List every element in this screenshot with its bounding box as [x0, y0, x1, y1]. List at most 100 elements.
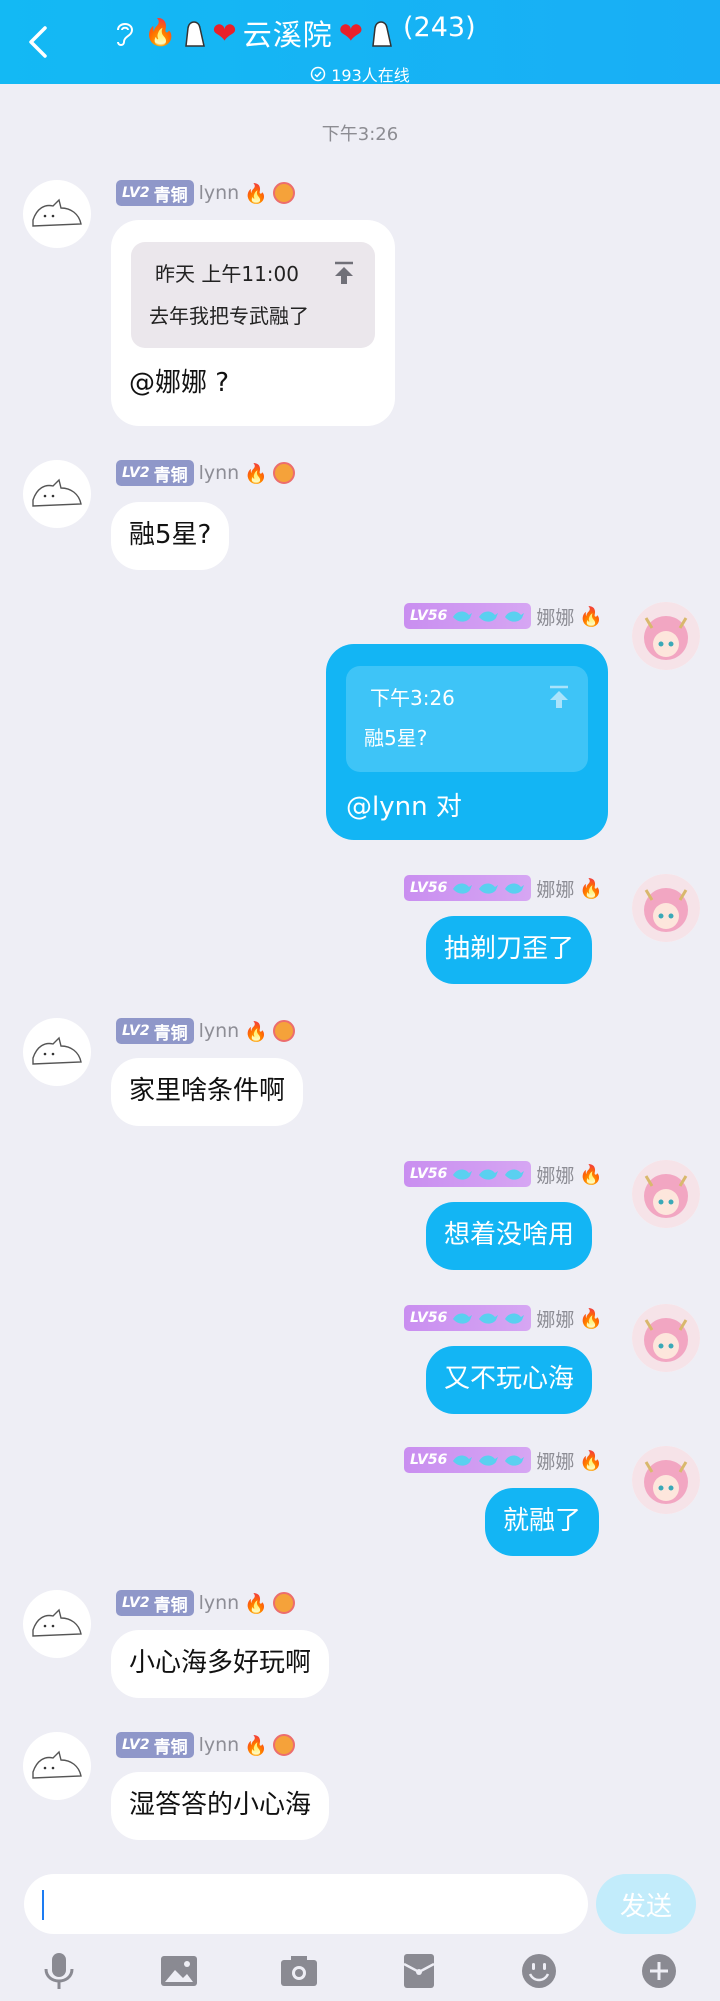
online-status: 193人在线 — [0, 62, 720, 86]
quote-time: 昨天 上午11:00 — [155, 262, 299, 286]
avatar[interactable] — [23, 1732, 91, 1800]
bird-icon — [479, 1455, 499, 1466]
sender-info: LV56 娜娜 🔥 — [404, 1304, 603, 1332]
sun-badge-icon — [272, 1592, 295, 1614]
bird-icon — [505, 611, 525, 622]
avatar[interactable] — [23, 460, 91, 528]
avatar[interactable] — [632, 602, 700, 670]
message-text: @娜娜 ? — [129, 368, 230, 398]
back-button[interactable] — [18, 22, 58, 62]
message-bubble[interactable]: 家里啥条件啊 — [111, 1058, 304, 1126]
bird-icon — [479, 1313, 499, 1324]
voice-button[interactable] — [38, 1950, 80, 1992]
send-button[interactable]: 发送 — [596, 1874, 696, 1934]
sender-name: 娜娜 — [536, 1164, 575, 1187]
camera-icon — [281, 1956, 317, 1986]
sender-info: LV56 娜娜 🔥 — [404, 1446, 603, 1474]
anime-avatar-icon — [632, 1160, 700, 1228]
heart-icon: ❤ — [338, 16, 364, 50]
sender-info: LV2 青铜 lynn 🔥 — [116, 179, 295, 207]
sender-info: LV2 青铜 lynn 🔥 — [116, 1017, 295, 1045]
input-toolbar — [0, 1942, 720, 1994]
message-bubble[interactable]: 就融了 — [485, 1488, 600, 1556]
quoted-message[interactable]: 昨天 上午11:00 去年我把专武融了 — [131, 242, 375, 348]
message-bubble[interactable]: 想着没啥用 — [426, 1202, 593, 1270]
sun-badge-icon — [272, 462, 295, 484]
level-badge: LV2 青铜 — [116, 1018, 194, 1044]
jump-to-icon[interactable] — [331, 260, 357, 286]
message-bubble[interactable]: 昨天 上午11:00 去年我把专武融了 @娜娜 ? — [111, 220, 395, 426]
sender-name: 娜娜 — [536, 878, 575, 901]
quote-text: 融5星? — [364, 726, 428, 750]
sender-name: 娜娜 — [536, 606, 575, 629]
level-badge: LV2 青铜 — [116, 180, 194, 206]
sender-name: lynn — [198, 1592, 240, 1614]
message-text: 湿答答的小心海 — [129, 1790, 312, 1821]
emoji-button[interactable] — [518, 1950, 560, 1992]
ear-icon — [117, 23, 134, 46]
camera-button[interactable] — [278, 1950, 320, 1992]
message-text: 抽剃刀歪了 — [444, 934, 575, 965]
avatar[interactable] — [632, 874, 700, 942]
avatar[interactable] — [632, 1446, 700, 1514]
message-input[interactable] — [24, 1874, 588, 1934]
red-packet-icon — [403, 1954, 435, 1988]
text-cursor — [42, 1890, 44, 1920]
message-bubble[interactable]: 融5星? — [111, 502, 230, 570]
message-bubble[interactable]: 湿答答的小心海 — [111, 1772, 330, 1840]
avatar[interactable] — [632, 1304, 700, 1372]
level-badge: LV2 青铜 — [116, 460, 194, 486]
image-icon — [161, 1956, 197, 1986]
red-packet-button[interactable] — [398, 1950, 440, 1992]
quote-time: 下午3:26 — [370, 686, 455, 710]
message-text: 想着没啥用 — [444, 1220, 575, 1251]
check-circle-icon — [310, 66, 326, 82]
fire-icon: 🔥 — [579, 1449, 603, 1472]
sender-info: LV2 青铜 lynn 🔥 — [116, 1589, 295, 1617]
message-bubble[interactable]: 下午3:26 融5星? @lynn 对 — [326, 644, 608, 840]
avatar[interactable] — [632, 1160, 700, 1228]
anime-avatar-icon — [632, 1304, 700, 1372]
message-text: 家里啥条件啊 — [129, 1076, 286, 1107]
quoted-message[interactable]: 下午3:26 融5星? — [346, 666, 588, 772]
sender-name: lynn — [198, 182, 240, 204]
online-count: 193人在线 — [331, 66, 410, 85]
more-button[interactable] — [638, 1950, 680, 1992]
time-divider: 下午3:26 — [321, 124, 399, 145]
bird-icon — [453, 1455, 473, 1466]
bird-icon — [453, 1313, 473, 1324]
avatar[interactable] — [23, 1590, 91, 1658]
level-badge: LV56 — [404, 1161, 532, 1187]
level-badge: LV56 — [404, 1447, 532, 1473]
jump-to-icon[interactable] — [546, 684, 572, 710]
quote-text: 去年我把专武融了 — [149, 304, 309, 328]
cat-avatar-icon — [32, 1036, 82, 1065]
microphone-icon — [44, 1953, 74, 1989]
avatar[interactable] — [23, 180, 91, 248]
sender-name: 娜娜 — [536, 1308, 575, 1331]
bird-icon — [453, 1169, 473, 1180]
ghost-icon — [185, 21, 206, 47]
group-title[interactable]: 🔥 ❤ 云溪院 ❤ (243) — [112, 10, 612, 56]
fire-icon: 🔥 — [244, 1020, 268, 1043]
chat-header: 🔥 ❤ 云溪院 ❤ (243) 193人在线 — [0, 0, 720, 86]
emoji-icon — [522, 1954, 556, 1988]
message-text: 融5星? — [129, 520, 212, 551]
cat-avatar-icon — [32, 1608, 82, 1637]
avatar[interactable] — [23, 1018, 91, 1086]
bird-icon — [453, 883, 473, 894]
fire-icon: 🔥 — [244, 182, 268, 205]
message-bubble[interactable]: 抽剃刀歪了 — [426, 916, 593, 984]
fire-icon: 🔥 — [579, 605, 603, 628]
ghost-icon — [372, 21, 392, 47]
message-text: 又不玩心海 — [444, 1364, 575, 1395]
message-bubble[interactable]: 又不玩心海 — [426, 1346, 593, 1414]
bird-icon — [479, 1169, 499, 1180]
message-bubble[interactable]: 小心海多好玩啊 — [111, 1630, 330, 1698]
image-button[interactable] — [158, 1950, 200, 1992]
bird-icon — [505, 1313, 525, 1324]
sender-info: LV2 青铜 lynn 🔥 — [116, 459, 295, 487]
fire-icon: 🔥 — [144, 18, 177, 48]
anime-avatar-icon — [632, 1446, 700, 1514]
bird-icon — [505, 1169, 525, 1180]
